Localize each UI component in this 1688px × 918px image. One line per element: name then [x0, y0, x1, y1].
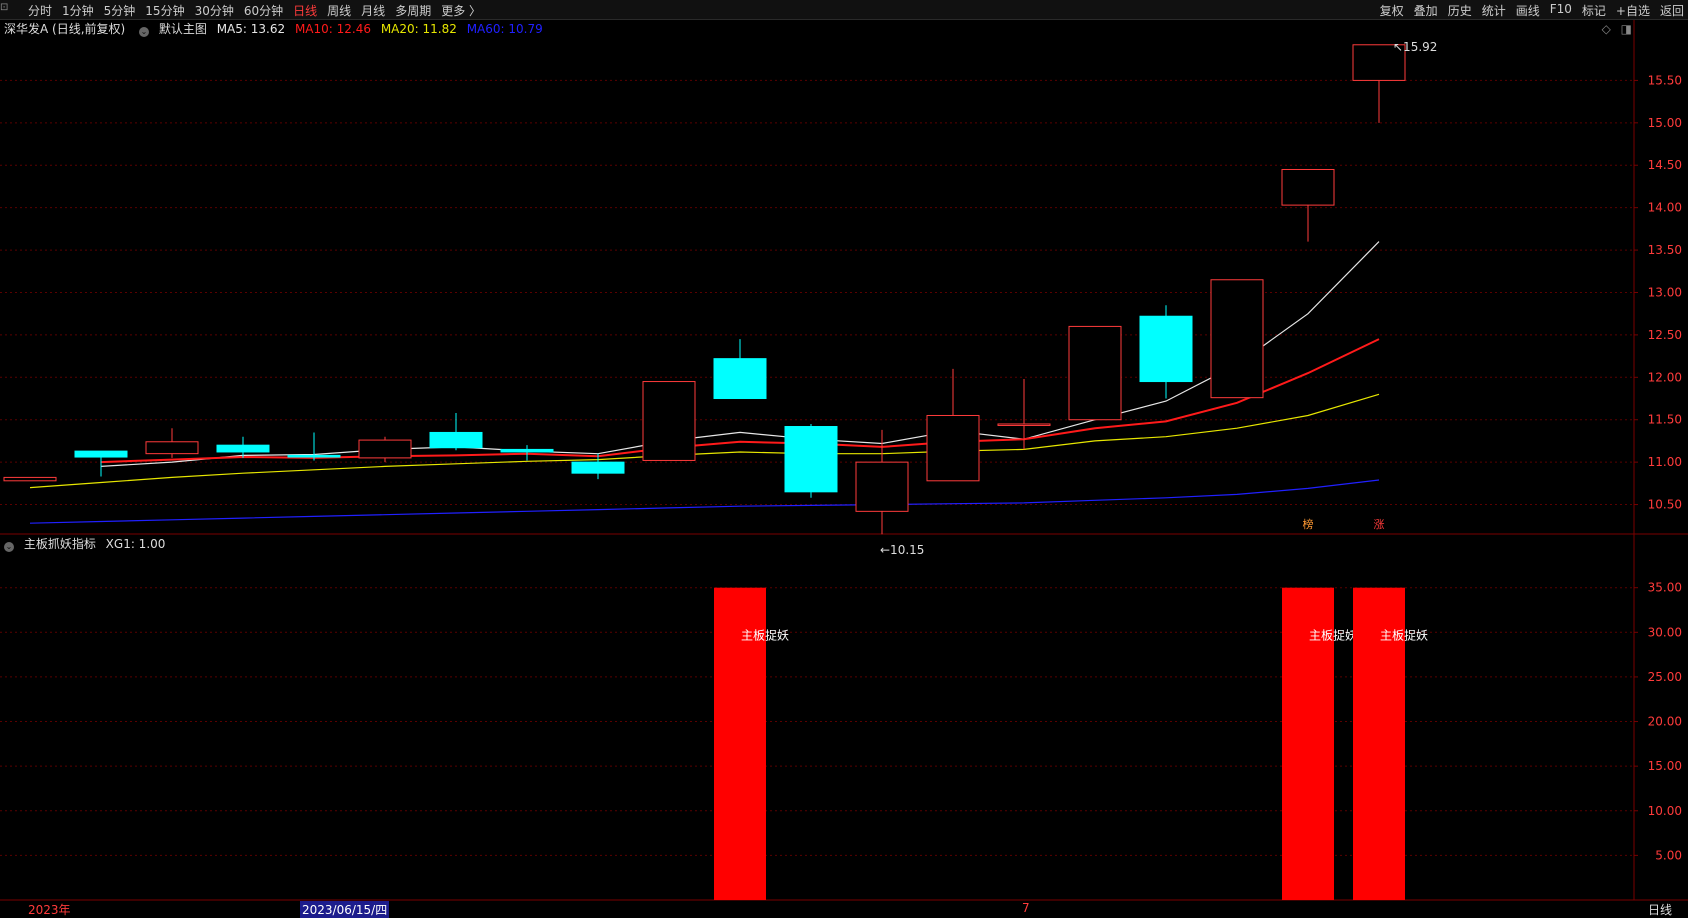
indicator-tick-label: 30.00 [1648, 625, 1682, 639]
candle-body [926, 414, 980, 482]
candle-body [74, 450, 128, 458]
candle-body [145, 441, 199, 455]
main-tick-label: 13.50 [1648, 243, 1682, 257]
candle-body [1068, 325, 1122, 421]
indicator-tick-label: 25.00 [1648, 670, 1682, 684]
main-tick-label: 15.50 [1648, 73, 1682, 87]
low-price-label: ←10.15 [880, 543, 924, 557]
kline-chart[interactable]: 10.50 11.00 11.50 12.00 12.50 13.00 13.50 14.00… [0, 0, 1688, 917]
year-label: 2023年 [28, 903, 71, 917]
candle-body [1281, 168, 1335, 206]
list-tag-label: 榜 [1303, 517, 1314, 531]
month-label: 7 [1022, 901, 1030, 915]
main-tick-label: 14.50 [1648, 158, 1682, 172]
indicator-tick-label: 15.00 [1648, 759, 1682, 773]
indicator-bar-label: 主板捉妖 [1380, 628, 1428, 643]
main-tick-label: 14.00 [1648, 201, 1682, 215]
candle-body [855, 461, 909, 512]
candle-body [358, 439, 412, 459]
ma-line-ma60 [29, 479, 1380, 524]
candle-body [429, 431, 483, 449]
candle-body [784, 426, 838, 493]
candle-body [216, 444, 270, 453]
cursor-date: 2023/06/15/四 [300, 901, 390, 918]
main-tick-label: 13.00 [1648, 285, 1682, 299]
ma-line-ma20 [29, 393, 1380, 489]
candle-body [3, 476, 57, 482]
indicator-bar-label: 主板捉妖 [1309, 628, 1357, 643]
indicator-tick-label: 35.00 [1648, 581, 1682, 595]
candle-body [997, 423, 1051, 426]
period-label[interactable]: 日线 [1648, 901, 1672, 918]
main-tick-label: 12.50 [1648, 328, 1682, 342]
main-tick-label: 11.00 [1648, 455, 1682, 469]
indicator-bar-label: 主板捉妖 [741, 628, 789, 643]
candle-body [571, 461, 625, 474]
candle-body [642, 381, 696, 461]
candle-body [713, 358, 767, 400]
candle-body [1139, 315, 1193, 383]
limit-up-tag-label: 涨 [1374, 518, 1385, 531]
main-tick-label: 12.00 [1648, 370, 1682, 384]
indicator-tick-label: 5.00 [1655, 848, 1682, 862]
candle-body [287, 454, 341, 458]
status-bar [0, 901, 1688, 917]
indicator-tick-label: 10.00 [1648, 804, 1682, 818]
high-price-label: ↖15.92 [1393, 40, 1437, 54]
main-tick-label: 10.50 [1648, 498, 1682, 512]
candle-body [1210, 279, 1264, 399]
main-tick-label: 15.00 [1648, 116, 1682, 130]
main-tick-label: 11.50 [1648, 413, 1682, 427]
indicator-tick-label: 20.00 [1648, 715, 1682, 729]
candle-body [500, 448, 554, 453]
